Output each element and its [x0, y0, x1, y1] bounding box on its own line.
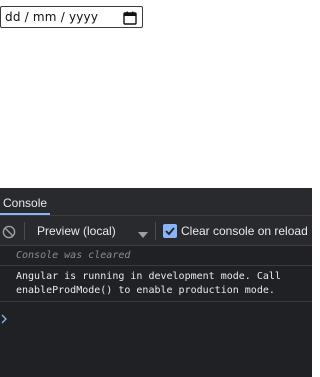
devtools-tabbar: Console	[0, 188, 312, 216]
dropdown-arrow-icon[interactable]	[138, 225, 148, 238]
tab-console[interactable]: Console	[0, 188, 51, 215]
devtools-panel: Console Preview (local) Clear console on…	[0, 188, 312, 377]
context-selector[interactable]: Preview (local)	[37, 216, 116, 246]
message-divider	[0, 301, 312, 302]
clear-console-icon[interactable]	[2, 224, 16, 239]
console-output: Console was cleared Angular is running i…	[0, 246, 312, 377]
console-message-log: Angular is running in development mode. …	[16, 271, 281, 296]
console-message-cleared: Console was cleared	[16, 250, 131, 261]
message-divider	[0, 265, 312, 266]
date-input[interactable]: dd / mm / yyyy	[0, 6, 143, 28]
date-input-value: dd / mm / yyyy	[5, 10, 99, 24]
clear-on-reload-checkbox[interactable]	[163, 224, 177, 238]
toolbar-separator	[24, 222, 25, 240]
toolbar-separator	[155, 222, 156, 240]
clear-on-reload-label[interactable]: Clear console on reload	[181, 216, 308, 246]
console-toolbar: Preview (local) Clear console on reload	[0, 216, 312, 246]
prompt-chevron-icon[interactable]	[1, 309, 9, 324]
calendar-icon[interactable]	[123, 10, 137, 25]
page-content: dd / mm / yyyy	[0, 0, 312, 188]
